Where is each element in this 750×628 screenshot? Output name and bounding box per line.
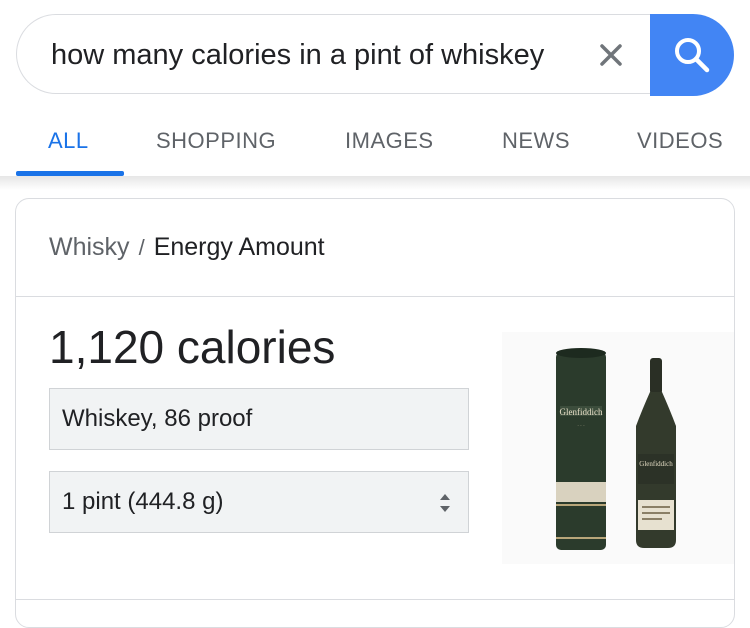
card-bottom-divider [16,599,734,600]
svg-text:· · ·: · · · [577,424,585,429]
breadcrumb: Whisky / Energy Amount [49,233,325,262]
product-image[interactable]: Glenfiddich · · · Glenfiddich [502,332,734,564]
quantity-select-value: 1 pint (444.8 g) [62,488,224,515]
tube-brand-text: Glenfiddich [560,407,603,417]
tab-videos[interactable]: VIDEOS [637,128,723,154]
search-box [16,14,676,94]
breadcrumb-separator: / [138,235,145,260]
tab-images[interactable]: IMAGES [345,128,434,154]
breadcrumb-current: Energy Amount [153,233,325,261]
food-select[interactable]: Whiskey, 86 proof [49,388,469,450]
search-tabs: ALL SHOPPING IMAGES NEWS VIDEOS [0,100,750,178]
search-button[interactable] [650,14,734,96]
whisky-bottle-and-tube-icon: Glenfiddich · · · Glenfiddich [556,348,676,550]
food-select-value: Whiskey, 86 proof [62,405,253,432]
quantity-select[interactable]: 1 pint (444.8 g) [49,471,469,533]
clear-search-button[interactable] [591,35,631,75]
nutrition-card: Whisky / Energy Amount 1,120 calories Whis… [15,198,735,628]
tab-news[interactable]: NEWS [502,128,570,154]
search-icon [675,38,710,73]
tab-all[interactable]: ALL [48,128,89,154]
breadcrumb-parent-link[interactable]: Whisky [49,233,130,261]
tab-shopping[interactable]: SHOPPING [156,128,276,154]
search-input[interactable] [51,37,581,73]
up-down-chevron-icon [440,494,450,512]
search-bar [16,14,734,96]
card-divider [16,296,734,297]
calorie-result: 1,120 calories [49,321,336,373]
close-icon [600,44,622,66]
svg-text:Glenfiddich: Glenfiddich [639,460,673,468]
tabs-shadow [0,176,750,190]
